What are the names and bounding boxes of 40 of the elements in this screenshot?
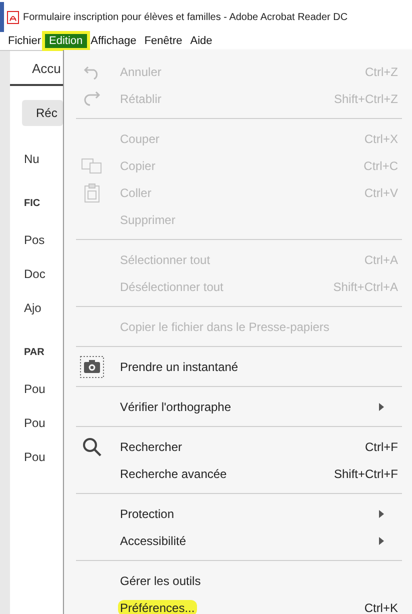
pdf-file-icon: [7, 10, 19, 24]
shortcut-label: Ctrl+C: [364, 158, 398, 172]
shortcut-label: Shift+Ctrl+F: [334, 466, 398, 480]
menu-title[interactable]: Affichage: [86, 34, 140, 48]
menu-item[interactable]: Protection: [118, 506, 176, 522]
shortcut-label: Ctrl+X: [364, 132, 398, 146]
menu-item[interactable]: Gérer les outils: [118, 572, 203, 588]
panel-item[interactable]: Pos: [10, 223, 63, 257]
search-icon: [82, 436, 102, 456]
menu-item[interactable]: Rechercher: [118, 438, 184, 454]
menu-item[interactable]: Recherche avancée: [118, 466, 229, 482]
redo-icon: [83, 90, 101, 106]
shortcut-label: Ctrl+F: [365, 440, 398, 454]
shortcut-label: Shift+Ctrl+A: [333, 280, 398, 294]
section-heading: PAR: [23, 346, 46, 360]
menu-title[interactable]: Fichier: [4, 34, 46, 48]
panel-item[interactable]: Pou: [10, 406, 63, 440]
menu-title[interactable]: Edition: [45, 34, 87, 48]
camera-icon: [80, 356, 104, 378]
shortcut-label: Ctrl+Z: [365, 64, 398, 78]
clipboard-icon: [84, 182, 100, 202]
panel-item[interactable]: Pou: [10, 440, 63, 474]
menu-title[interactable]: Fenêtre: [140, 34, 186, 48]
window-title: Formulaire inscription pour élèves et familles - Adobe Acrobat Reader DC: [23, 12, 348, 22]
section-heading: FIC: [23, 197, 42, 211]
copy-icon: [81, 158, 103, 174]
shortcut-label: Ctrl+V: [364, 186, 398, 200]
shortcut-label: Ctrl+K: [364, 600, 398, 614]
menu-item[interactable]: Accessibilité: [118, 532, 188, 548]
panel-item[interactable]: Ajo: [10, 291, 63, 325]
menu-item[interactable]: Vérifier l'orthographe: [118, 398, 234, 414]
panel-item[interactable]: Pou: [10, 372, 63, 406]
menu-item[interactable]: Prendre un instantané: [118, 358, 240, 374]
shortcut-label: Ctrl+A: [364, 252, 398, 266]
panel-item[interactable]: Nu: [10, 142, 63, 176]
menu-title[interactable]: Aide: [186, 34, 216, 48]
panel-item[interactable]: Doc: [10, 257, 63, 291]
panel-button[interactable]: Réc: [22, 100, 63, 126]
shortcut-label: Shift+Ctrl+Z: [334, 92, 398, 106]
menu-item[interactable]: Préférences...: [118, 600, 197, 614]
